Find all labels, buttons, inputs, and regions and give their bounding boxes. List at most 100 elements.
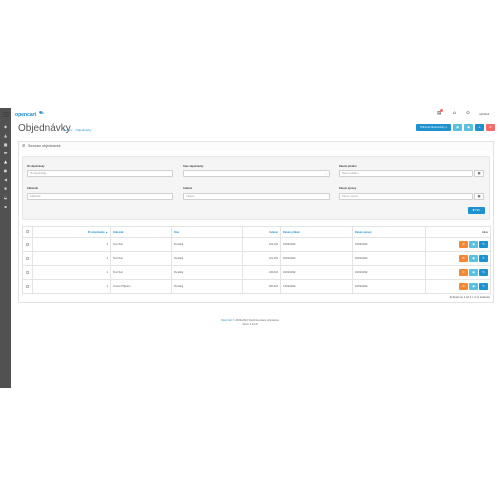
view-order-icon[interactable]: ◉ bbox=[469, 255, 478, 262]
col-total[interactable]: Celkem bbox=[242, 226, 281, 238]
total-label: Celkem bbox=[183, 187, 193, 190]
delete-order-icon[interactable]: ⊘ bbox=[459, 283, 468, 290]
row-select-cell bbox=[22, 279, 33, 294]
order-status-label: Stav objednávky bbox=[183, 165, 204, 168]
footer-opencart-link[interactable]: OpenCart bbox=[221, 319, 232, 322]
settings-icon[interactable]: ▪ bbox=[3, 205, 8, 209]
select-all-cell bbox=[22, 226, 33, 238]
customers-icon[interactable]: ● bbox=[3, 169, 8, 173]
table-header-row: ID objednávky ▲ Zákazník Stav Celkem Dat… bbox=[22, 226, 491, 238]
panel-title: Seznam objednávek bbox=[28, 144, 61, 148]
filter-button[interactable]: ▼ Filtr bbox=[468, 207, 485, 214]
cell-date-added: 16/02/2022 bbox=[280, 265, 353, 280]
cell-actions: ⊘ ◉ ✎ bbox=[425, 265, 491, 280]
print-invoice-button[interactable]: ▣ bbox=[453, 124, 462, 131]
top-header bbox=[11, 108, 500, 120]
cell-status: Pending bbox=[171, 251, 243, 266]
extensions-icon[interactable]: ■ bbox=[3, 143, 8, 147]
breadcrumb-home[interactable]: Domov bbox=[63, 128, 73, 132]
col-order-id[interactable]: ID objednávky ▲ bbox=[32, 226, 111, 238]
chevron-down-icon: ⌄ bbox=[324, 172, 327, 175]
order-id-input[interactable]: ID objednávky bbox=[27, 170, 173, 177]
delete-order-icon[interactable]: ⊘ bbox=[459, 255, 468, 262]
cell-order-id: 2 bbox=[32, 265, 111, 280]
cell-status: Pending bbox=[171, 279, 243, 294]
cell-date-modified: 16/02/2022 bbox=[352, 265, 426, 280]
view-order-icon[interactable]: ◉ bbox=[469, 241, 478, 248]
edit-order-icon[interactable]: ✎ bbox=[479, 269, 488, 276]
pagination-summary: Zobrazeno 1 až 4 z 4 (1 stránek) bbox=[449, 295, 490, 299]
cell-actions: ⊘ ◉ ✎ bbox=[425, 237, 491, 252]
select-all-checkbox[interactable] bbox=[26, 230, 29, 233]
delete-button[interactable]: ✕ bbox=[486, 124, 495, 131]
date-modified-label: Datum úpravy bbox=[339, 187, 357, 190]
cell-customer: Test Test bbox=[110, 265, 172, 280]
cell-total: 145,2Kč bbox=[242, 265, 281, 280]
view-order-icon[interactable]: ◉ bbox=[469, 269, 478, 276]
row-checkbox[interactable] bbox=[26, 242, 29, 246]
cell-status: Pending bbox=[171, 265, 243, 280]
footer-version: Verze 3.0.3.8 bbox=[242, 323, 258, 326]
breadcrumb-orders[interactable]: Objednávky bbox=[76, 128, 92, 132]
opencart-logo[interactable]: opencart bbox=[15, 112, 36, 118]
delete-order-icon[interactable]: ⊘ bbox=[459, 241, 468, 248]
cell-total: 121,1Kč bbox=[242, 251, 281, 266]
dashboard-icon[interactable]: ◆ bbox=[3, 125, 8, 129]
filter-orders-button[interactable]: Filtrovat Objednávky ▾ bbox=[416, 124, 451, 131]
date-added-placeholder: Datum přidání bbox=[342, 172, 359, 175]
row-select-cell bbox=[22, 265, 33, 280]
design-icon[interactable]: ▬ bbox=[3, 151, 8, 155]
cell-actions: ⊘ ◉ ✎ bbox=[425, 279, 491, 294]
cell-total: 121,1Kč bbox=[242, 237, 281, 252]
total-input[interactable]: Celkem bbox=[183, 193, 330, 200]
edit-order-icon[interactable]: ✎ bbox=[479, 241, 488, 248]
cell-customer: Jméno Příjmení bbox=[110, 279, 172, 294]
customer-input[interactable]: Zákazník bbox=[27, 193, 173, 200]
filter-orders-label: Filtrovat Objednávky bbox=[420, 126, 445, 129]
add-order-button[interactable]: + bbox=[475, 124, 484, 131]
cell-order-id: 4 bbox=[32, 237, 111, 252]
list-icon: ☰ bbox=[22, 143, 26, 148]
filter-button-label: Filtr bbox=[475, 209, 481, 212]
cell-customer: Test Test bbox=[110, 237, 172, 252]
home-icon[interactable]: ⌂ bbox=[453, 111, 456, 116]
menu-toggle-icon[interactable] bbox=[3, 112, 9, 117]
cart-logo-icon: ⛟ bbox=[39, 110, 45, 115]
view-order-icon[interactable]: ◉ bbox=[469, 283, 478, 290]
print-shipping-button[interactable]: ▣ bbox=[464, 124, 473, 131]
cell-date-modified: 16/02/2022 bbox=[352, 237, 426, 252]
row-select-cell bbox=[22, 237, 33, 252]
date-added-label: Datum přidání bbox=[339, 165, 357, 168]
cell-date-added: 16/02/2022 bbox=[280, 251, 353, 266]
col-date-modified[interactable]: Datum úpravy bbox=[352, 226, 426, 238]
logout-link[interactable]: odhlásit bbox=[479, 112, 489, 116]
cell-date-added: 14/02/2022 bbox=[280, 279, 353, 294]
date-modified-input[interactable]: Datum úpravy bbox=[339, 193, 473, 200]
cell-date-added: 16/02/2022 bbox=[280, 237, 353, 252]
order-status-select[interactable]: ⌄ bbox=[183, 170, 330, 177]
row-checkbox[interactable] bbox=[26, 256, 29, 260]
row-checkbox[interactable] bbox=[26, 284, 29, 288]
cell-order-id: 1 bbox=[32, 279, 111, 294]
row-checkbox[interactable] bbox=[26, 270, 29, 274]
catalog-icon[interactable]: ▲ bbox=[3, 134, 8, 138]
filter-box bbox=[22, 156, 490, 220]
cell-total: 156,3Kč bbox=[242, 279, 281, 294]
col-customer[interactable]: Zákazník bbox=[110, 226, 172, 238]
help-icon[interactable]: ⊙ bbox=[466, 111, 470, 116]
reports-icon[interactable]: ◒ bbox=[3, 196, 8, 200]
edit-order-icon[interactable]: ✎ bbox=[479, 283, 488, 290]
sales-icon[interactable]: ▲ bbox=[3, 160, 8, 164]
col-status[interactable]: Stav bbox=[171, 226, 243, 238]
system-icon[interactable]: ✱ bbox=[3, 187, 8, 191]
edit-order-icon[interactable]: ✎ bbox=[479, 255, 488, 262]
footer-line-1: OpenCart © 2009-2022 Všechna práva vyhra… bbox=[0, 319, 500, 322]
marketing-icon[interactable]: ◀ bbox=[3, 178, 8, 182]
date-modified-calendar-icon[interactable]: ▦ bbox=[474, 193, 484, 200]
cell-date-modified: 16/02/2022 bbox=[352, 279, 426, 294]
date-added-calendar-icon[interactable]: ▦ bbox=[474, 170, 484, 177]
delete-order-icon[interactable]: ⊘ bbox=[459, 269, 468, 276]
date-added-input[interactable]: Datum přidání bbox=[339, 170, 473, 177]
col-date-added[interactable]: Datum přidání bbox=[280, 226, 353, 238]
table-row: 4 Test Test Pending 121,1Kč 16/02/2022 1… bbox=[22, 237, 491, 252]
